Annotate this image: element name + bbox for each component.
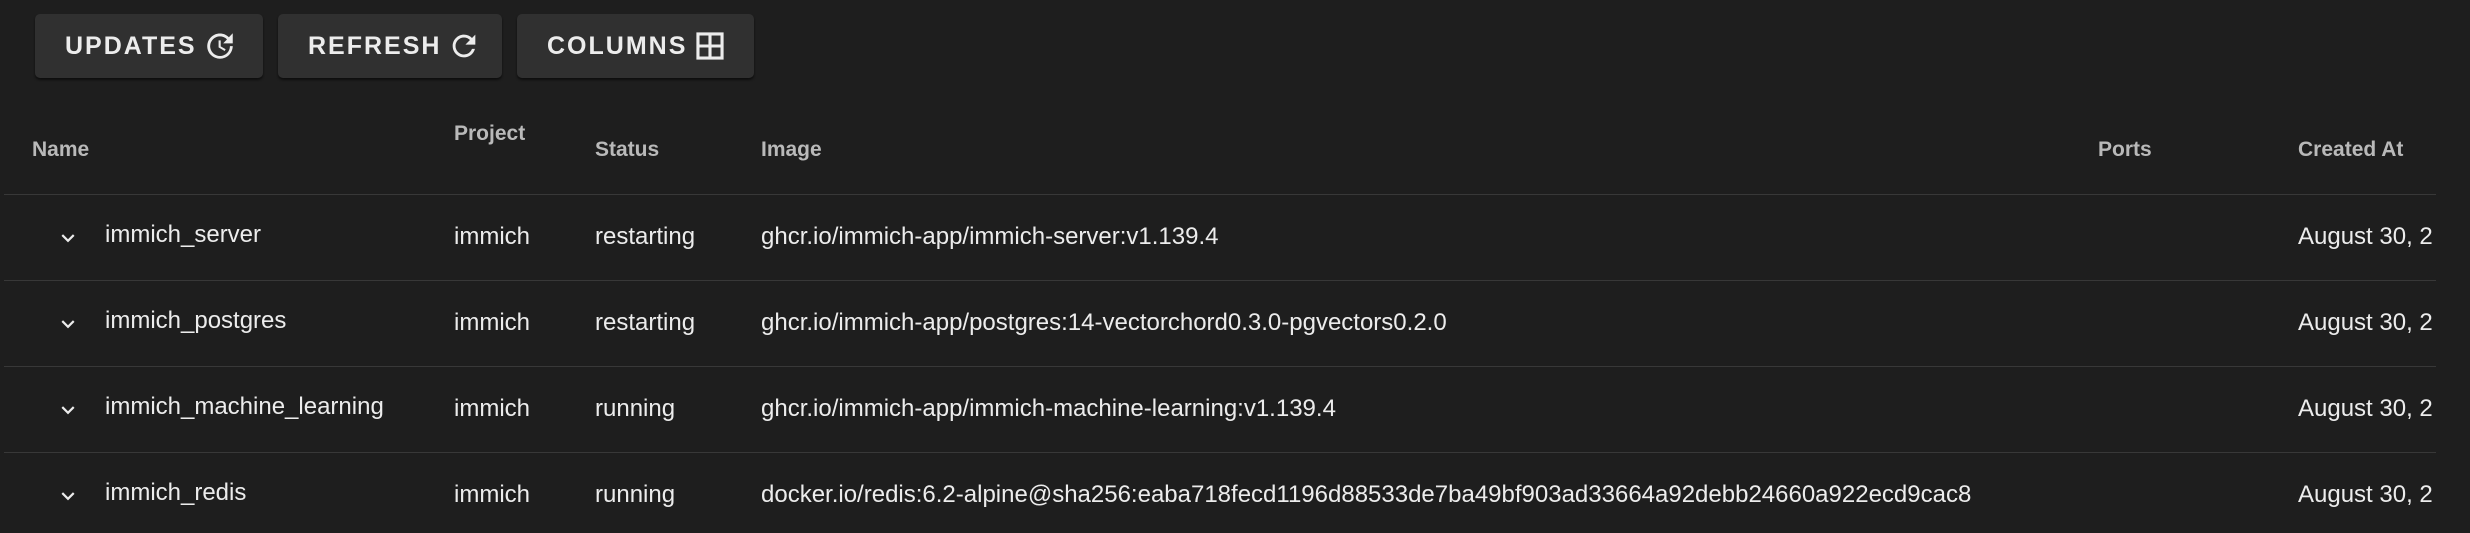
container-project: immich (454, 481, 530, 508)
containers-table: Name Project Status Image Ports Created … (0, 98, 2470, 533)
column-header-image[interactable]: Image (761, 138, 822, 162)
container-project: immich (454, 223, 530, 250)
column-header-ports[interactable]: Ports (2098, 138, 2152, 162)
container-name: immich_server (105, 221, 262, 248)
column-header-project[interactable]: Project (454, 122, 525, 146)
toolbar: UPDATES REFRESH COLUMNS (35, 14, 754, 78)
chevron-down-icon (61, 406, 75, 415)
table-row[interactable]: immich_redis immich running docker.io/re… (4, 453, 2436, 533)
chevron-down-icon (61, 320, 75, 329)
container-image: ghcr.io/immich-app/immich-machine-learni… (761, 395, 1336, 422)
updates-button-label: UPDATES (65, 31, 197, 60)
expand-row-button[interactable] (51, 479, 85, 513)
container-status: running (595, 395, 676, 422)
chevron-down-icon (61, 492, 75, 501)
container-image: ghcr.io/immich-app/immich-server:v1.139.… (761, 223, 1219, 250)
container-created-at: August 30, 2 (2298, 395, 2433, 422)
containers-page: UPDATES REFRESH COLUMNS Name Project Sta… (0, 0, 2470, 533)
table-row[interactable]: immich_postgres immich restarting ghcr.i… (4, 281, 2436, 367)
columns-grid-icon (693, 29, 727, 63)
update-history-icon (203, 29, 237, 63)
refresh-icon (447, 29, 481, 63)
updates-button[interactable]: UPDATES (35, 14, 263, 78)
container-created-at: August 30, 2 (2298, 309, 2433, 336)
container-status: restarting (595, 309, 696, 336)
container-created-at: August 30, 2 (2298, 223, 2433, 250)
container-name: immich_postgres (105, 307, 287, 334)
refresh-button[interactable]: REFRESH (278, 14, 502, 78)
container-project: immich (454, 395, 530, 422)
column-header-name[interactable]: Name (32, 138, 89, 162)
table-row[interactable]: immich_server immich restarting ghcr.io/… (4, 195, 2436, 281)
columns-button-label: COLUMNS (547, 31, 688, 60)
expand-row-button[interactable] (51, 307, 85, 341)
container-name: immich_machine_learning (105, 393, 384, 420)
container-image: ghcr.io/immich-app/postgres:14-vectorcho… (761, 309, 1447, 336)
container-status: restarting (595, 223, 696, 250)
container-status: running (595, 481, 676, 508)
table-header: Name Project Status Image Ports Created … (4, 98, 2436, 195)
expand-row-button[interactable] (51, 393, 85, 427)
table-row[interactable]: immich_machine_learning immich running g… (4, 367, 2436, 453)
column-header-created-at[interactable]: Created At (2298, 138, 2403, 162)
container-project: immich (454, 309, 530, 336)
container-created-at: August 30, 2 (2298, 481, 2433, 508)
columns-button[interactable]: COLUMNS (517, 14, 754, 78)
column-header-status[interactable]: Status (595, 138, 659, 162)
chevron-down-icon (61, 234, 75, 243)
container-name: immich_redis (105, 479, 247, 506)
refresh-button-label: REFRESH (308, 31, 442, 60)
container-image: docker.io/redis:6.2-alpine@sha256:eaba71… (761, 481, 1972, 508)
expand-row-button[interactable] (51, 221, 85, 255)
